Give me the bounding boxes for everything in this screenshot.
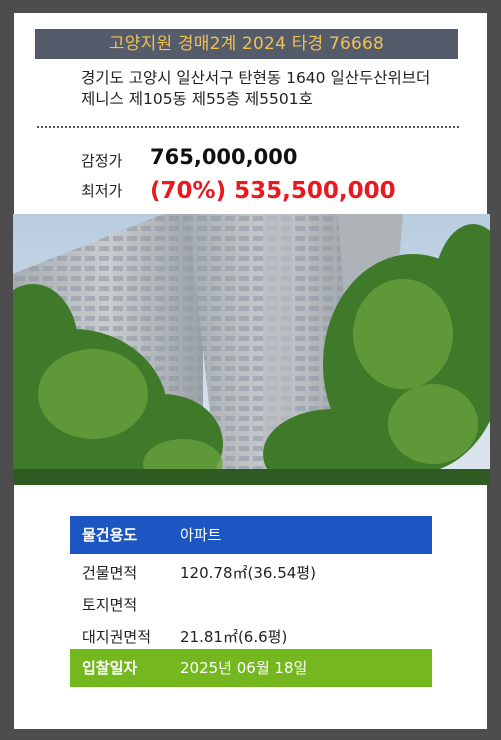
bid-date-row: 입찰일자 2025년 06월 18일 <box>70 649 432 687</box>
property-photo <box>13 214 490 485</box>
dotted-divider <box>37 126 459 128</box>
bid-date-value: 2025년 06월 18일 <box>180 659 308 677</box>
appraisal-price-label: 감정가 <box>81 152 123 170</box>
minimum-price-label: 최저가 <box>81 182 123 200</box>
bid-date-label: 입찰일자 <box>82 659 138 677</box>
appraisal-price-value: 765,000,000 <box>150 145 298 169</box>
court-case-header: 고양지원 경매2계 2024 타경 76668 <box>35 29 458 59</box>
property-address: 경기도 고양시 일산서구 탄현동 1640 일산두산위브더제니스 제105동 제… <box>81 69 431 108</box>
minimum-price-value: (70%) 535,500,000 <box>150 178 396 204</box>
property-usage-value: 아파트 <box>180 526 222 544</box>
property-usage-label: 물건용도 <box>82 526 138 544</box>
property-usage-row: 물건용도 아파트 <box>70 516 432 554</box>
